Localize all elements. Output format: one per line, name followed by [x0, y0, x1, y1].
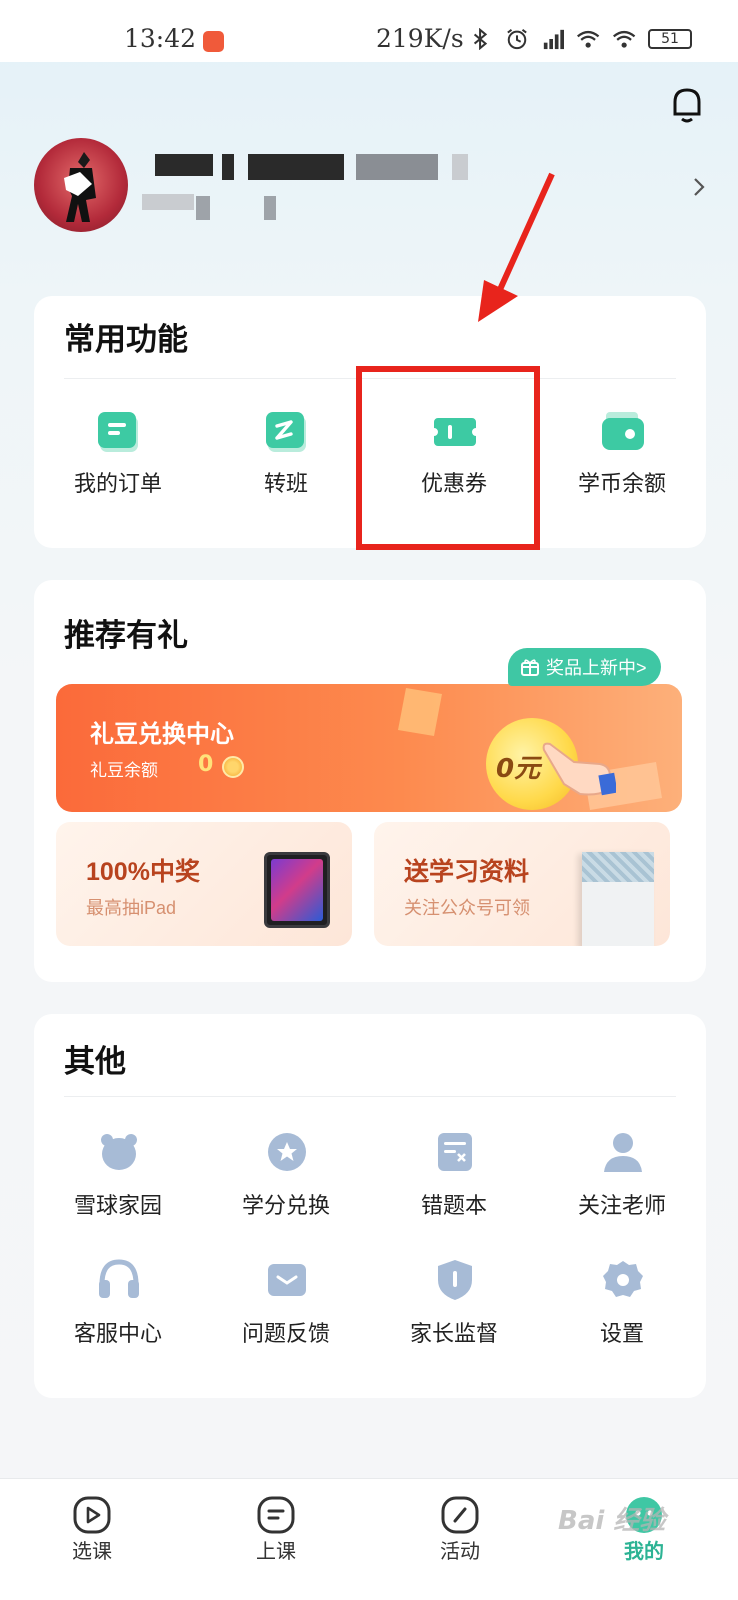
- lottery-sub: 最高抽iPad: [86, 898, 177, 918]
- grid-item-label: 学分兑换: [241, 1193, 330, 1218]
- other-card: 其他 雪球家园 学分兑换 错题本 关注老师 客服中心 问题反馈 家长监督 设置: [34, 1014, 706, 1398]
- grid-item-feedback[interactable]: 问题反馈: [202, 1242, 370, 1352]
- tab-activity[interactable]: 活动: [368, 1479, 552, 1600]
- grid-item-transfer-class[interactable]: 转班: [202, 396, 370, 506]
- watermark: Bai 经验: [558, 1506, 666, 1536]
- zero-yuan-text: 0元: [496, 754, 541, 784]
- grid-item-customer-service[interactable]: 客服中心: [34, 1242, 202, 1352]
- battery-indicator: 51: [648, 29, 692, 49]
- bluetooth-icon: [473, 28, 488, 50]
- grid-item-mistake-book[interactable]: 错题本: [370, 1114, 538, 1224]
- tab-select-course[interactable]: 选课: [0, 1479, 184, 1600]
- grid-item-label: 雪球家园: [73, 1193, 162, 1218]
- wallet-icon: [602, 412, 644, 450]
- grid-item-settings[interactable]: 设置: [538, 1242, 706, 1352]
- points-exchange-banner[interactable]: 礼豆兑换中心 礼豆余额 0 0元: [56, 684, 682, 812]
- section-title: 推荐有礼: [64, 618, 188, 653]
- grid-item-label: 家长监督: [409, 1321, 498, 1346]
- section-title: 常用功能: [64, 322, 188, 357]
- grid-item-follow-teacher[interactable]: 关注老师: [538, 1114, 706, 1224]
- wifi-icon: [613, 30, 636, 48]
- tab-profile[interactable]: 我的: [552, 1479, 736, 1600]
- study-material-card[interactable]: 送学习资料 关注公众号可领: [374, 822, 670, 946]
- section-title: 其他: [64, 1044, 126, 1079]
- grid-item-snowball-home[interactable]: 雪球家园: [34, 1114, 202, 1224]
- bottom-tab-bar: 选课 上课 活动 我的: [0, 1478, 738, 1600]
- lottery-card[interactable]: 100%中奖 最高抽iPad: [56, 822, 352, 946]
- wifi-plus-icon: [577, 30, 600, 48]
- tab-label: 选课: [72, 1541, 112, 1563]
- grid-item-credit-exchange[interactable]: 学分兑换: [202, 1114, 370, 1224]
- play-circle-icon: [73, 1496, 111, 1534]
- tab-label: 我的: [624, 1541, 664, 1563]
- highlight-annotation-box: [356, 366, 540, 550]
- avatar-figure-icon: [64, 152, 96, 222]
- exchange-title: 礼豆兑换中心: [90, 721, 234, 748]
- feedback-icon: [268, 1264, 306, 1296]
- settings-icon: [603, 1261, 643, 1297]
- grid-item-parent-supervision[interactable]: 家长监督: [370, 1242, 538, 1352]
- grid-item-my-orders[interactable]: 我的订单: [34, 396, 202, 506]
- ticket-decoration-icon: [398, 688, 442, 736]
- mistake-book-icon: [438, 1133, 472, 1171]
- grid-item-label: 问题反馈: [241, 1321, 330, 1346]
- customer-service-icon: [99, 1259, 139, 1298]
- avatar[interactable]: [34, 138, 128, 232]
- grid-item-coin-balance[interactable]: 学币余额: [538, 396, 706, 506]
- pointing-hand-icon: [542, 742, 616, 796]
- tab-class[interactable]: 上课: [184, 1479, 368, 1600]
- grid-item-label: 错题本: [420, 1193, 487, 1218]
- grid-item-label: 我的订单: [73, 471, 162, 496]
- network-speed: 219K/s: [376, 24, 464, 53]
- status-bar: 13:42 219K/s 51: [0, 0, 738, 62]
- book-image: [582, 852, 654, 946]
- tab-label: 活动: [440, 1541, 480, 1563]
- order-icon: [98, 412, 138, 452]
- alarm-icon: [507, 29, 527, 50]
- activity-icon: [441, 1496, 479, 1534]
- new-prize-label: 奖品上新中>: [546, 658, 647, 678]
- exchange-balance-label: 礼豆余额: [90, 761, 158, 780]
- snowball-home-icon: [101, 1134, 137, 1170]
- grid-item-label: 转班: [263, 471, 308, 496]
- signal-icon: [543, 29, 564, 50]
- study-material-title: 送学习资料: [404, 858, 530, 886]
- transfer-class-icon: [266, 412, 306, 452]
- grid-item-label: 客服中心: [73, 1321, 162, 1346]
- study-material-sub: 关注公众号可领: [404, 898, 530, 918]
- grid-item-label: 设置: [599, 1321, 644, 1346]
- follow-teacher-icon: [604, 1133, 642, 1172]
- notification-bell-icon[interactable]: [669, 86, 705, 126]
- profile-chevron-icon[interactable]: [692, 176, 706, 198]
- grid-item-label: 学币余额: [577, 471, 666, 496]
- parent-supervision-icon: [438, 1260, 472, 1300]
- coin-icon: [222, 756, 244, 778]
- grid-item-label: 关注老师: [577, 1193, 666, 1218]
- lottery-title: 100%中奖: [86, 858, 200, 886]
- divider: [64, 1096, 676, 1097]
- exchange-balance-value: 0: [198, 752, 214, 777]
- recommend-card: 推荐有礼 礼豆兑换中心 礼豆余额 0 0元 100%中奖 最高抽iPad 送学习…: [34, 580, 706, 982]
- class-icon: [257, 1496, 295, 1534]
- status-icons: 51: [468, 28, 692, 50]
- new-prize-badge[interactable]: 奖品上新中>: [508, 648, 661, 686]
- tab-label: 上课: [256, 1541, 296, 1563]
- credit-exchange-icon: [268, 1133, 306, 1171]
- ipad-image: [264, 852, 330, 928]
- red-arrow-annotation-icon: [478, 172, 555, 322]
- gift-icon: [521, 659, 539, 676]
- status-time: 13:42: [124, 24, 197, 53]
- app-notification-icon: [203, 31, 224, 52]
